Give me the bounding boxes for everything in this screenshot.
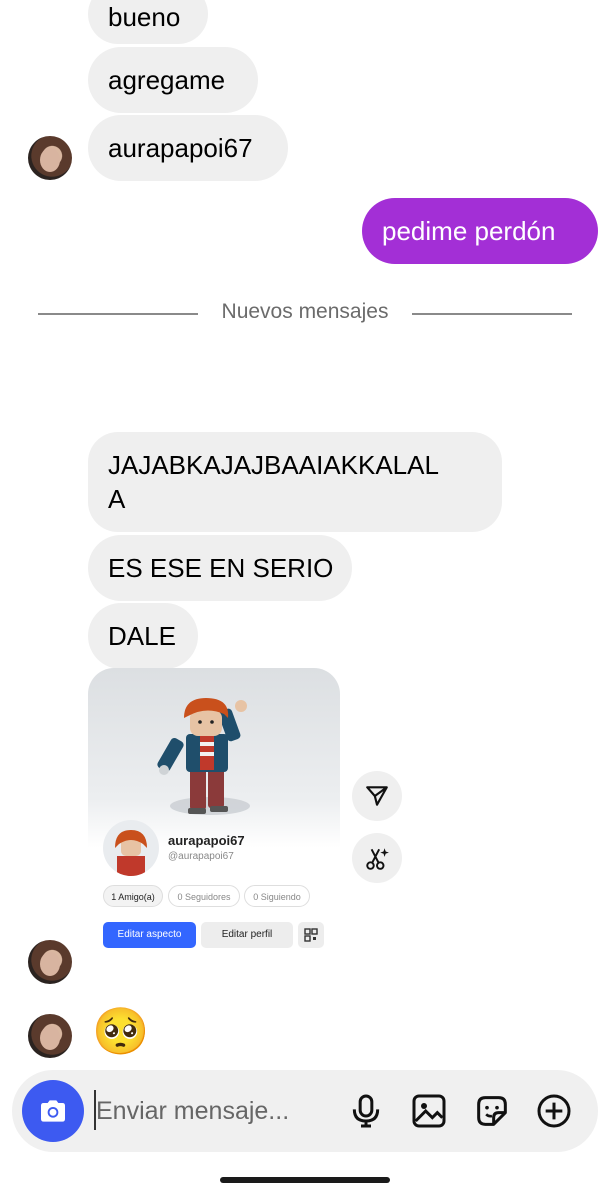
divider-left-line [38,313,198,315]
message-bubble[interactable]: agregame [88,47,258,113]
profile-avatar [103,820,159,876]
message-bubble[interactable]: DALE [88,603,198,669]
share-icon [366,786,388,806]
edit-avatar-button[interactable]: Editar aspecto [103,922,196,948]
edit-profile-button[interactable]: Editar perfil [201,922,293,948]
plus-circle-icon[interactable] [534,1091,574,1131]
contact-avatar[interactable] [28,136,72,180]
qr-code-icon[interactable] [298,922,324,948]
camera-icon [41,1100,65,1122]
magic-scissors-icon [366,848,389,870]
home-indicator[interactable] [220,1177,390,1183]
emoji-message[interactable]: 🥺 [92,1002,149,1060]
share-button[interactable] [352,771,402,821]
profile-display-name: aurapapoi67 [168,833,245,848]
message-composer [12,1070,598,1152]
shared-profile-card[interactable]: aurapapoi67 @aurapapoi67 [88,668,340,958]
followers-count-chip: 0 Seguidores [168,885,240,907]
sticker-icon[interactable] [472,1091,512,1131]
magic-scissors-button[interactable] [352,833,402,883]
divider-right-line [412,313,572,315]
message-bubble[interactable]: aurapapoi67 [88,115,288,181]
message-bubble[interactable]: JAJABKAJAJBAAIAKKALAL A [88,432,502,532]
camera-button[interactable] [22,1080,84,1142]
avatar-character-image [157,698,250,815]
profile-handle: @aurapapoi67 [168,851,234,862]
sent-message-bubble[interactable]: pedime perdón [362,198,598,264]
message-bubble[interactable]: bueno [88,0,208,44]
following-count-chip: 0 Siguiendo [244,885,310,907]
contact-avatar[interactable] [28,940,72,984]
contact-avatar[interactable] [28,1014,72,1058]
friends-count-chip: 1 Amigo(a) [103,885,163,907]
image-icon[interactable] [409,1091,449,1131]
new-messages-divider: Nuevos mensajes [221,300,389,323]
microphone-icon[interactable] [346,1091,386,1131]
message-bubble[interactable]: ES ESE EN SERIO [88,535,352,601]
message-input[interactable] [96,1092,336,1130]
